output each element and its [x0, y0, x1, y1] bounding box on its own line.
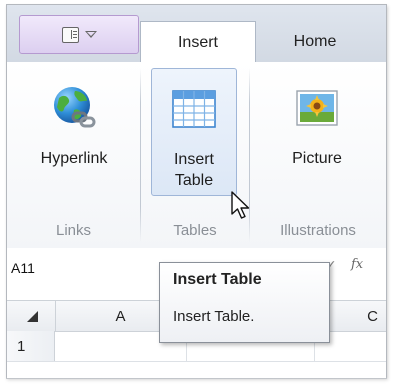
- row-header-1[interactable]: 1: [7, 331, 55, 361]
- group-label-links: Links: [55, 221, 92, 239]
- ribbon-tab-strip: Insert Home: [7, 5, 386, 63]
- select-all-corner[interactable]: [7, 301, 56, 331]
- group-illustrations: Picture Illustrations: [250, 62, 386, 248]
- picture-icon: [296, 90, 338, 126]
- spreadsheet-window: Insert Home Hyperlink Links Insert Table…: [6, 4, 387, 379]
- hyperlink-label: Hyperlink: [40, 150, 108, 167]
- globe-link-icon: [54, 87, 96, 128]
- insert-table-label-line2: Table: [174, 172, 214, 189]
- select-all-triangle-icon: [27, 311, 38, 322]
- group-label-illustrations: Illustrations: [280, 221, 356, 239]
- bottom-fade: [0, 377, 396, 385]
- insert-table-label-line1: Insert: [173, 151, 214, 168]
- insert-table-button[interactable]: Insert Table: [151, 68, 237, 196]
- panel-layout-icon: [61, 26, 79, 43]
- tab-insert[interactable]: Insert: [140, 21, 256, 63]
- group-links: Hyperlink Links: [7, 62, 140, 248]
- ribbon-insert-panel: Hyperlink Links Insert Table Tables Pict…: [7, 62, 386, 249]
- application-menu-button[interactable]: [19, 15, 139, 54]
- tab-insert-label: Insert: [177, 33, 218, 51]
- mouse-pointer-icon: [231, 191, 250, 219]
- tooltip-description: Insert Table.: [173, 308, 255, 325]
- insert-table-tooltip: Insert Table Insert Table.: [159, 262, 330, 343]
- picture-label: Picture: [292, 150, 342, 167]
- picture-button[interactable]: Picture: [260, 68, 374, 196]
- table-icon: [172, 90, 216, 128]
- function-fx-icon[interactable]: fx: [351, 257, 363, 272]
- name-box[interactable]: A11: [11, 255, 145, 281]
- tab-home[interactable]: Home: [257, 22, 373, 62]
- tab-home-label: Home: [293, 33, 337, 50]
- hyperlink-button[interactable]: Hyperlink: [17, 68, 131, 196]
- chevron-down-icon: [84, 31, 97, 38]
- tooltip-title: Insert Table: [173, 271, 262, 288]
